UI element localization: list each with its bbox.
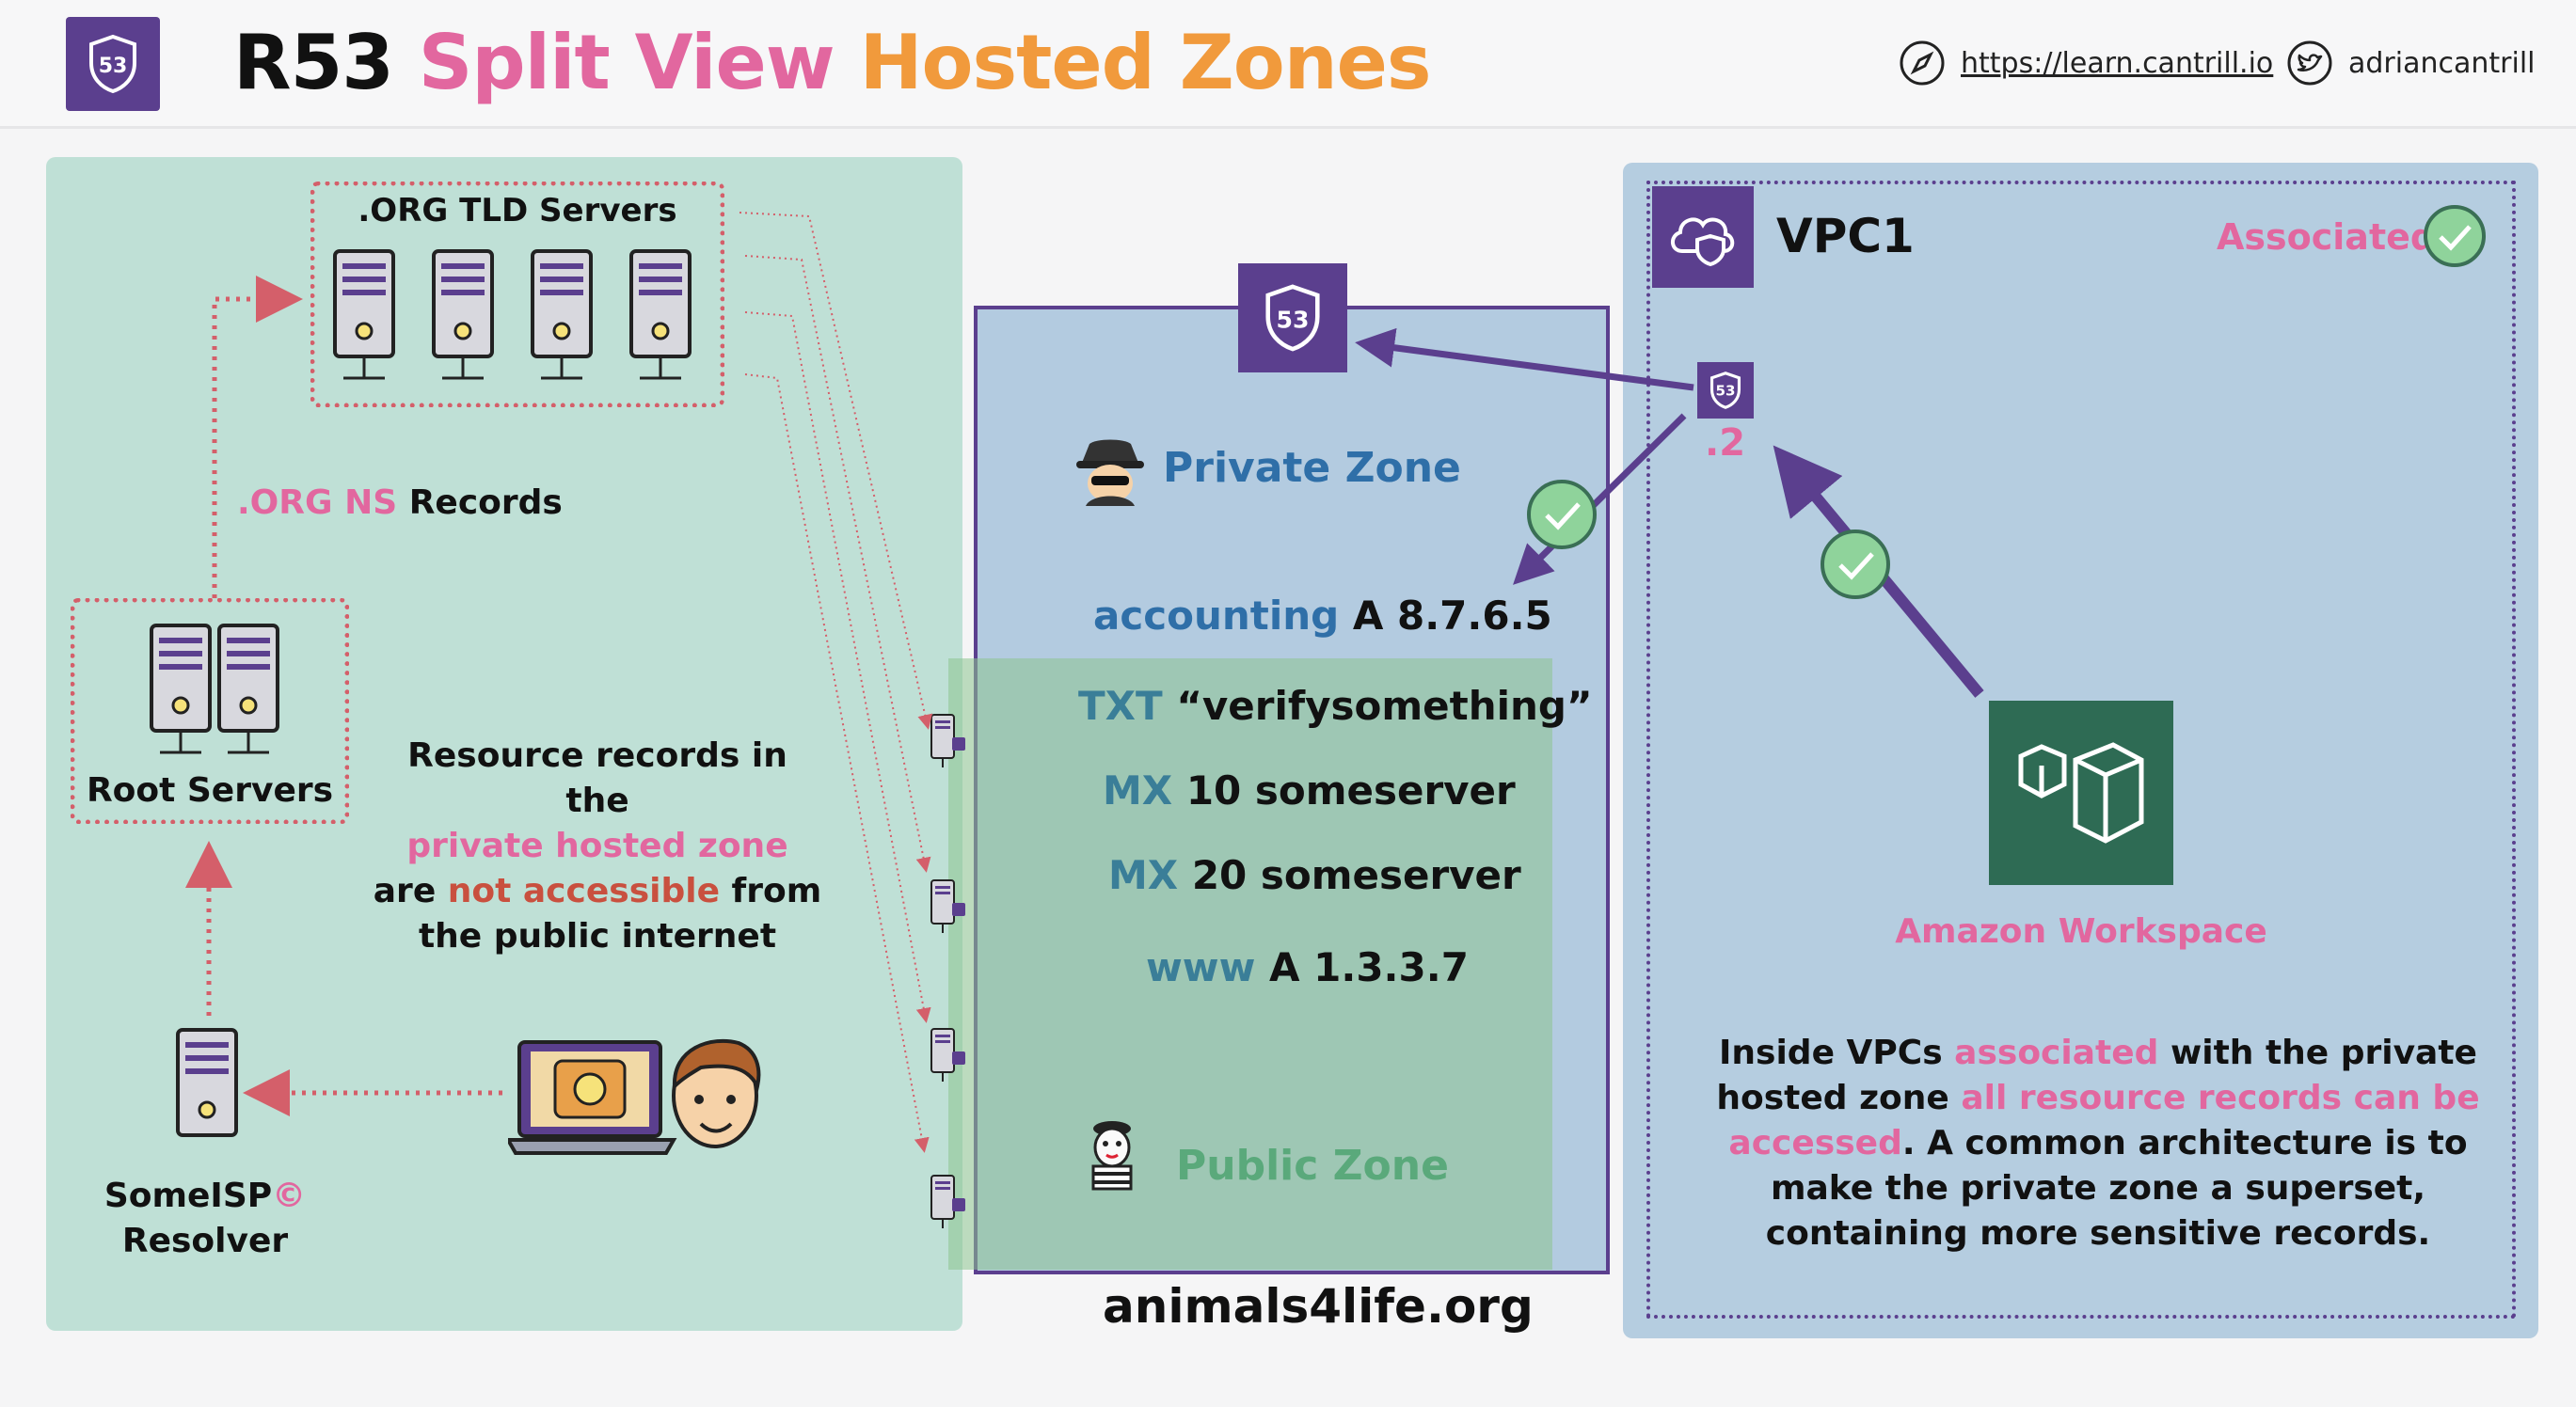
tld-delegation-line bbox=[744, 311, 931, 1023]
connector-overlay bbox=[185, 212, 1984, 1153]
private-zone-check-icon bbox=[1527, 480, 1597, 549]
tld-delegation-line bbox=[744, 373, 930, 1153]
resolver-to-route53-arrow bbox=[1355, 327, 1694, 391]
root-to-tld-arrow bbox=[212, 276, 303, 598]
tld-delegation-line bbox=[744, 255, 931, 873]
tld-delegation-line bbox=[739, 212, 933, 730]
workspace-query-check-icon bbox=[1821, 530, 1890, 599]
